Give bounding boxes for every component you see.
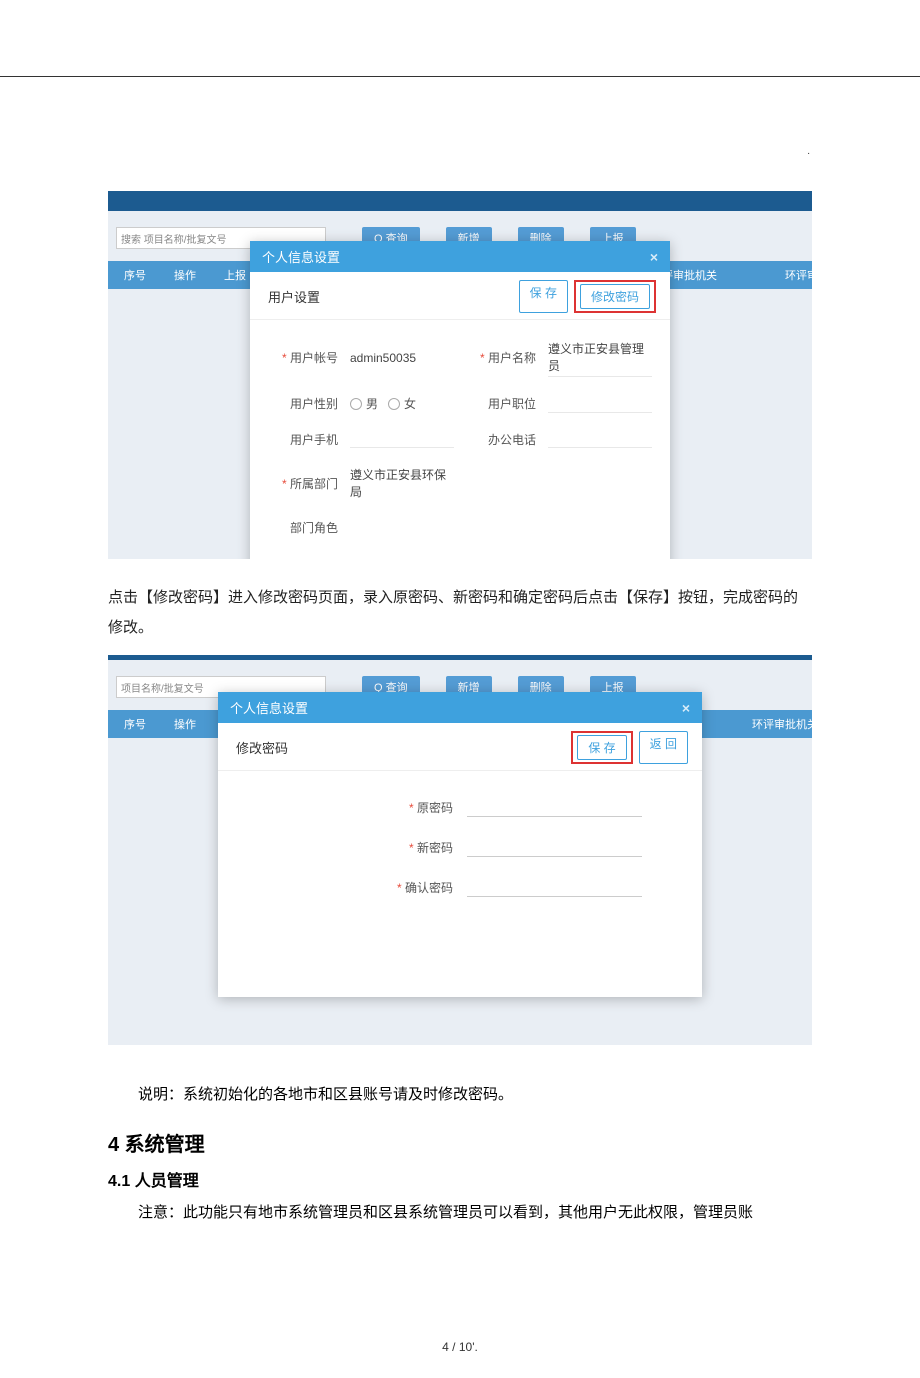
gender-label: 用户性别 xyxy=(268,395,338,412)
position-label: 用户职位 xyxy=(466,395,536,412)
dept-value: 遵义市正安县环保局 xyxy=(350,464,454,502)
dept-label: 所属部门 xyxy=(268,475,338,492)
instruction-paragraph: 点击【修改密码】进入修改密码页面，录入原密码、新密码和确定密码后点击【保存】按钮… xyxy=(108,583,812,643)
heading-4: 4 系统管理 xyxy=(108,1128,812,1157)
section-title: 用户设置 xyxy=(268,287,320,306)
modal-title: 个人信息设置 xyxy=(230,698,308,717)
screenshot-user-settings: 搜索 项目名称/批复文号 Q 查询 新增 删除 上报 序号 操作 上报 环评审批… xyxy=(108,191,812,559)
old-password-label: 原密码 xyxy=(278,799,453,816)
new-password-input[interactable] xyxy=(467,837,642,857)
change-password-button[interactable]: 修改密码 xyxy=(580,284,650,309)
thead-col: 上报 xyxy=(224,267,246,283)
highlight-change-password: 修改密码 xyxy=(574,280,656,313)
thead-col: 序号 xyxy=(124,716,146,732)
user-settings-modal: 个人信息设置 × 用户设置 保 存 修改密码 用户帐号 admin50 xyxy=(250,241,670,559)
username-label: 用户名称 xyxy=(466,349,536,366)
note-paragraph: 说明：系统初始化的各地市和区县账号请及时修改密码。 xyxy=(108,1081,812,1110)
gender-male-radio[interactable]: 男 xyxy=(350,395,378,412)
confirm-password-label: 确认密码 xyxy=(278,879,453,896)
page-footer: 4 / 10'. xyxy=(0,1340,920,1354)
role-value xyxy=(350,518,454,536)
save-button[interactable]: 保 存 xyxy=(577,735,626,760)
mobile-input[interactable] xyxy=(350,430,454,448)
confirm-password-input[interactable] xyxy=(467,877,642,897)
old-password-input[interactable] xyxy=(467,797,642,817)
heading-4-1: 4.1 人员管理 xyxy=(108,1167,812,1191)
account-value: admin50035 xyxy=(350,349,454,367)
office-phone-input[interactable] xyxy=(548,430,652,448)
mobile-label: 用户手机 xyxy=(268,431,338,448)
position-input[interactable] xyxy=(548,395,652,413)
section-title: 修改密码 xyxy=(236,738,288,757)
thead-col: 操作 xyxy=(174,716,196,732)
gender-female-radio[interactable]: 女 xyxy=(388,395,416,412)
role-label: 部门角色 xyxy=(268,519,338,536)
save-button[interactable]: 保 存 xyxy=(519,280,568,313)
page-corner-dot: . xyxy=(807,146,810,157)
thead-col: 操作 xyxy=(174,267,196,283)
body-4-1: 注意：此功能只有地市系统管理员和区县系统管理员可以看到，其他用户无此权限，管理员… xyxy=(108,1199,812,1228)
new-password-label: 新密码 xyxy=(278,839,453,856)
username-value[interactable]: 遵义市正安县管理员 xyxy=(548,338,652,377)
highlight-save: 保 存 xyxy=(571,731,632,764)
account-label: 用户帐号 xyxy=(268,349,338,366)
change-password-modal: 个人信息设置 × 修改密码 保 存 返 回 原密码 xyxy=(218,692,702,997)
screenshot-change-password: 项目名称/批复文号 Q 查询 新增 删除 上报 序号 操作 上报 环评审批机关 … xyxy=(108,655,812,1045)
modal-title: 个人信息设置 xyxy=(262,247,340,266)
thead-col: 序号 xyxy=(124,267,146,283)
thead-col: 环评审 xyxy=(785,267,812,283)
thead-col: 环评审批机关 xyxy=(752,716,812,732)
office-phone-label: 办公电话 xyxy=(466,431,536,448)
close-icon[interactable]: × xyxy=(682,700,690,716)
back-button[interactable]: 返 回 xyxy=(639,731,688,764)
close-icon[interactable]: × xyxy=(650,249,658,265)
